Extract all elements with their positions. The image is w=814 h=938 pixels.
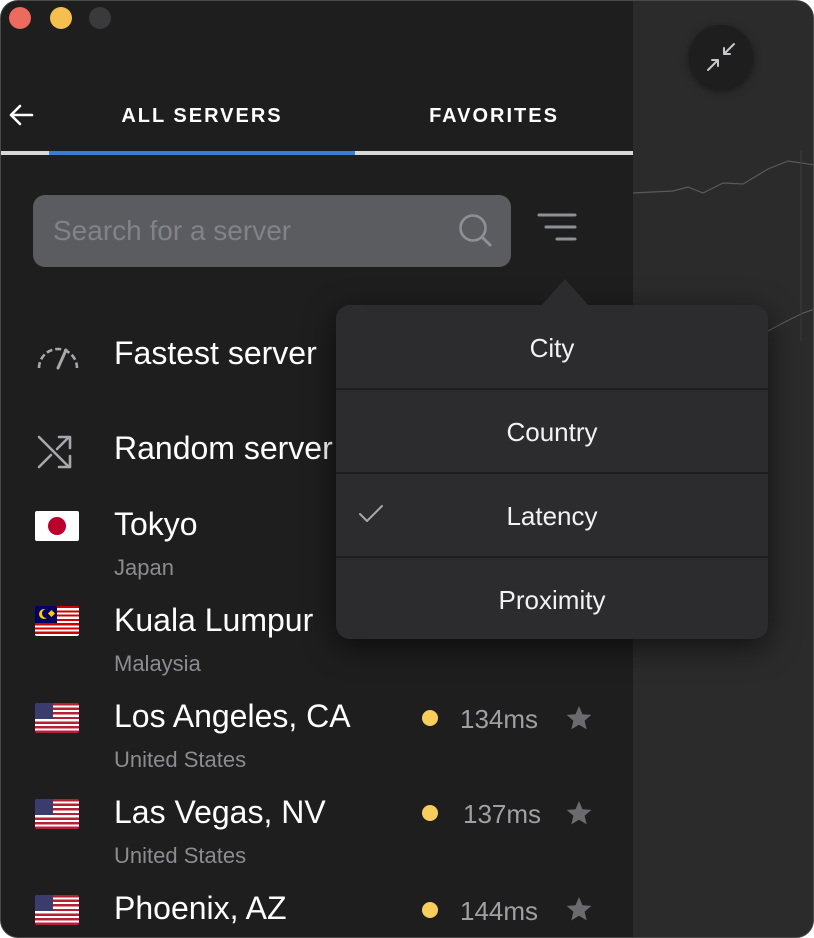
server-city[interactable]: Phoenix, AZ xyxy=(114,890,287,927)
tab-all-servers[interactable]: ALL SERVERS xyxy=(49,102,355,130)
app-window: ALL SERVERS FAVORITES Fastest server xyxy=(0,0,814,938)
sort-option-proximity[interactable]: Proximity xyxy=(336,559,768,641)
server-city[interactable]: Tokyo xyxy=(114,506,198,543)
flag-usa-icon xyxy=(35,703,79,733)
active-tab-indicator xyxy=(49,151,355,155)
search-box xyxy=(33,195,511,267)
search-input[interactable] xyxy=(53,195,453,267)
menu-divider xyxy=(336,388,768,390)
tab-favorites[interactable]: FAVORITES xyxy=(355,102,633,130)
sort-option-latency[interactable]: Latency xyxy=(336,475,768,557)
popover-arrow xyxy=(540,279,590,307)
latency-status-dot xyxy=(422,710,438,726)
flag-usa-icon xyxy=(35,799,79,829)
flag-malaysia-icon xyxy=(35,606,79,636)
star-icon[interactable] xyxy=(565,704,593,732)
server-country: Japan xyxy=(114,555,174,580)
back-button[interactable] xyxy=(7,101,35,129)
star-icon[interactable] xyxy=(565,799,593,827)
star-icon[interactable] xyxy=(565,895,593,923)
shuffle-icon xyxy=(37,435,72,469)
menu-divider xyxy=(336,556,768,558)
flag-japan-icon xyxy=(35,511,79,541)
collapse-arrows-icon xyxy=(707,43,735,71)
window-close-button[interactable] xyxy=(9,7,31,29)
server-city[interactable]: Las Vegas, NV xyxy=(114,794,326,831)
server-city[interactable]: Kuala Lumpur xyxy=(114,602,313,639)
latency-status-dot xyxy=(422,805,438,821)
server-latency: 144ms xyxy=(460,896,539,926)
checkmark-icon xyxy=(359,505,383,522)
server-country: United States xyxy=(114,843,247,868)
sort-menu-popover: City Country Latency Proximity xyxy=(336,279,768,641)
sort-filter-button[interactable] xyxy=(535,209,579,249)
latency-status-dot xyxy=(422,902,438,918)
speedometer-icon xyxy=(37,347,79,370)
window-minimize-button[interactable] xyxy=(50,7,72,29)
arrow-left-icon xyxy=(9,104,34,126)
search-icon[interactable] xyxy=(457,212,495,250)
server-country: Malaysia xyxy=(114,651,201,676)
menu-divider xyxy=(336,472,768,474)
random-server-option[interactable]: Random server xyxy=(114,430,333,467)
sort-option-country[interactable]: Country xyxy=(336,391,768,473)
window-zoom-button[interactable] xyxy=(89,7,111,29)
fastest-server-option[interactable]: Fastest server xyxy=(114,335,317,372)
sort-option-city[interactable]: City xyxy=(336,307,768,389)
server-city[interactable]: Los Angeles, CA xyxy=(114,698,351,735)
server-latency: 134ms xyxy=(460,704,539,734)
minimize-map-button[interactable] xyxy=(689,25,753,89)
server-latency: 137ms xyxy=(463,799,542,829)
sort-option-label: Latency xyxy=(506,501,598,531)
flag-usa-icon xyxy=(35,895,79,925)
sort-lines-icon xyxy=(537,213,577,241)
server-country: United States xyxy=(114,747,247,772)
